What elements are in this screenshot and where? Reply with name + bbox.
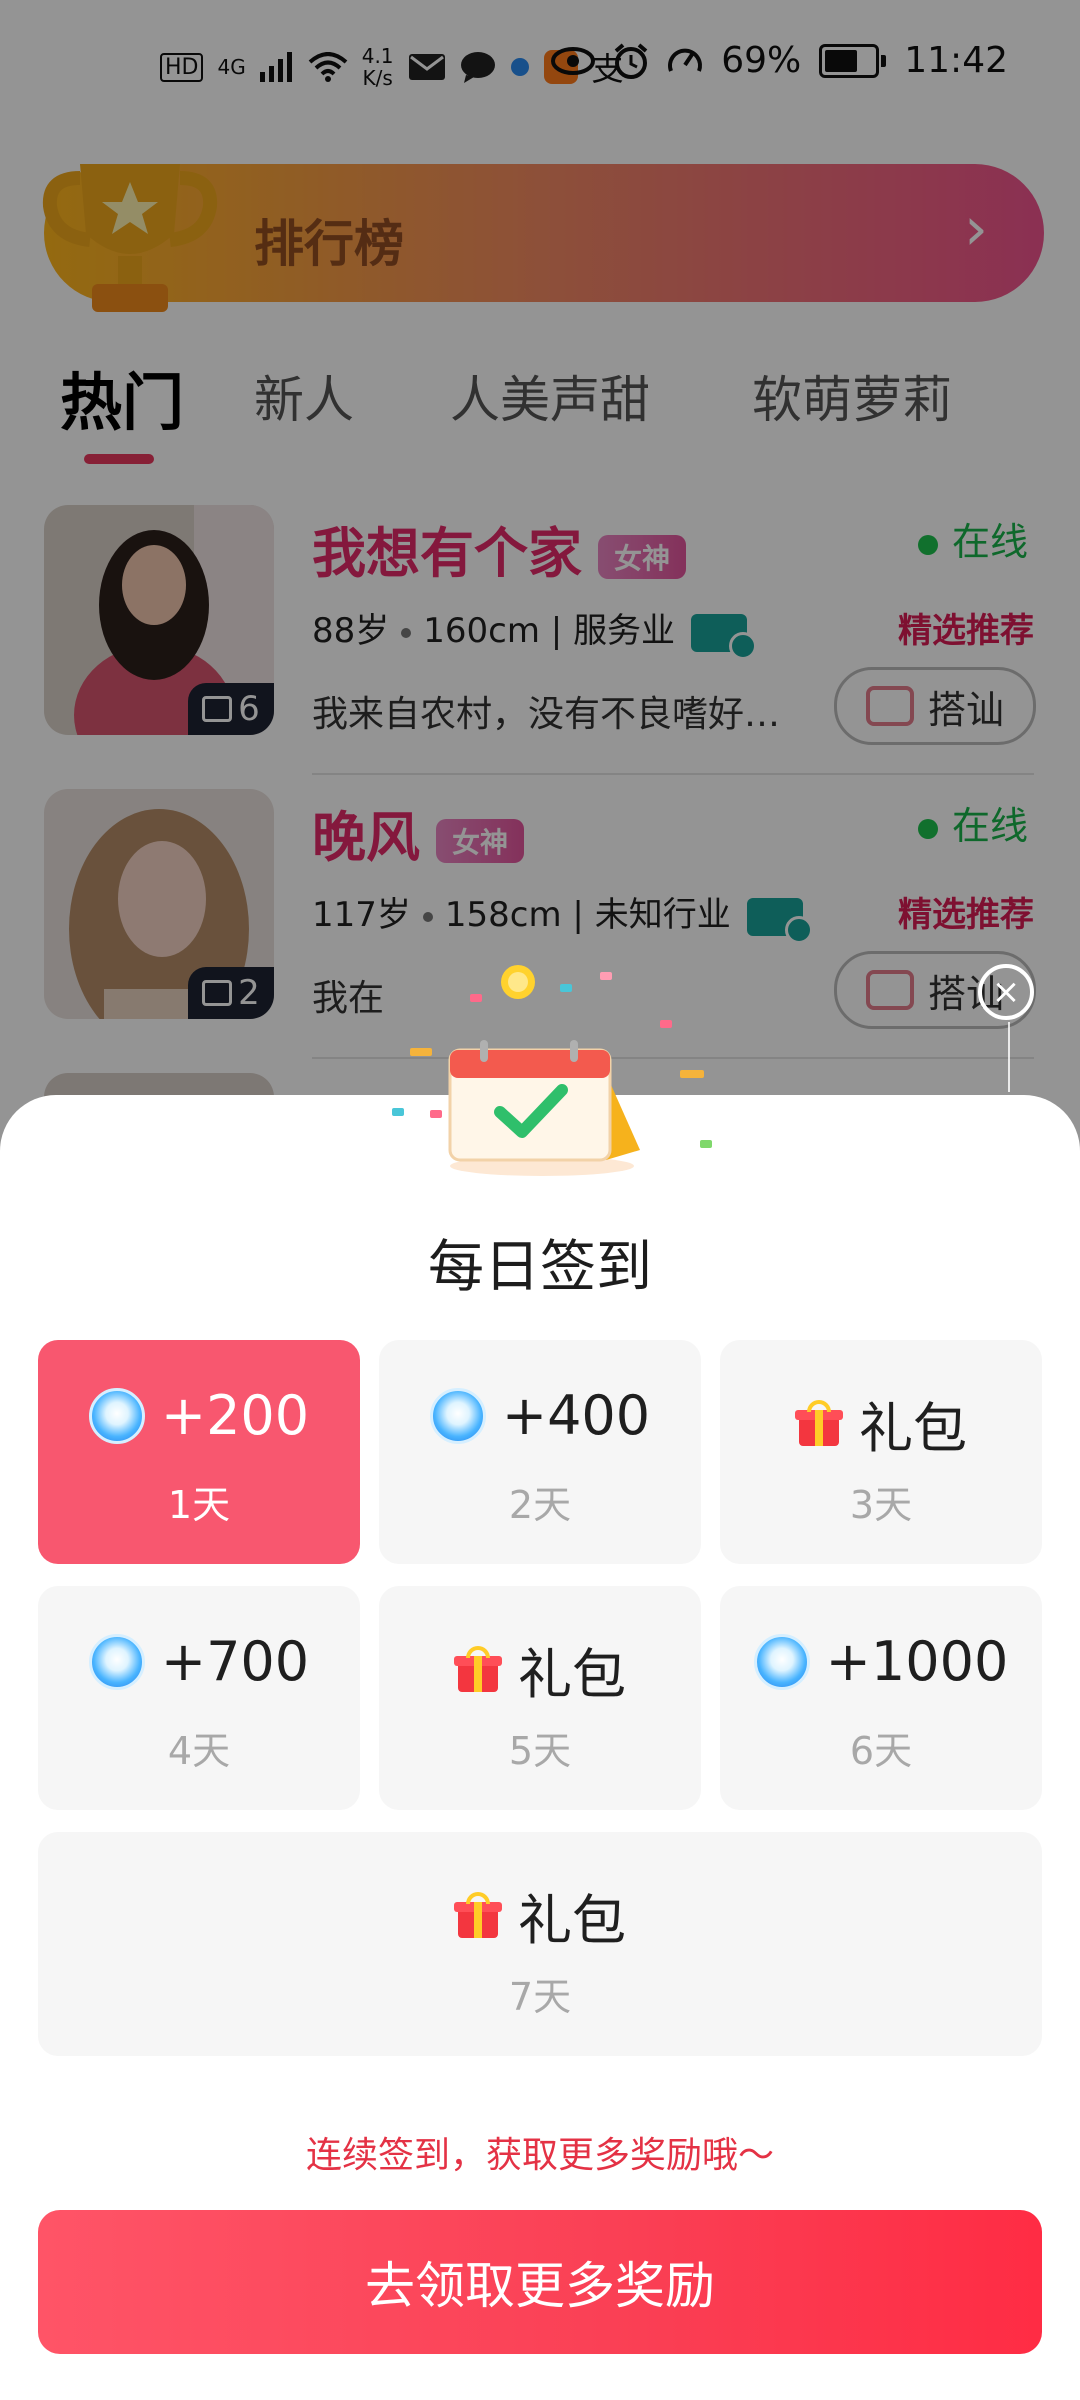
reward-row: +400 <box>379 1384 701 1447</box>
reward-amount: 礼包 <box>518 1643 626 1706</box>
reward-amount: +700 <box>160 1630 310 1693</box>
reward-amount: 礼包 <box>859 1397 967 1460</box>
day-label: 2天 <box>508 1483 572 1527</box>
day-label: 5天 <box>508 1729 572 1773</box>
reward-amount: 礼包 <box>518 1889 626 1952</box>
reward-amount: +200 <box>160 1384 310 1447</box>
coin-icon <box>88 1633 145 1690</box>
confetti <box>680 1070 704 1078</box>
gift-icon <box>454 1645 502 1694</box>
checkin-title: 每日签到 <box>428 1235 652 1300</box>
day-label: 6天 <box>849 1729 913 1773</box>
confetti <box>700 1140 712 1148</box>
close-button[interactable]: × <box>978 964 1034 1020</box>
reward-row: 礼包 <box>38 1876 1042 1955</box>
checkin-day-5[interactable]: 礼包 5天 <box>379 1586 701 1810</box>
reward-row: 礼包 <box>379 1630 701 1709</box>
coin-sparkle-icon <box>501 965 535 999</box>
claim-more-rewards-button[interactable]: 去领取更多奖励 <box>38 2210 1042 2354</box>
reward-amount: +400 <box>501 1384 651 1447</box>
confetti <box>410 1048 432 1056</box>
reward-row: +700 <box>38 1630 360 1693</box>
coin-icon <box>88 1387 145 1444</box>
confetti <box>600 972 612 980</box>
checkin-day-6[interactable]: +1000 6天 <box>720 1586 1042 1810</box>
confetti <box>660 1020 672 1028</box>
confetti <box>392 1108 404 1116</box>
confetti <box>560 984 572 992</box>
day-label: 4天 <box>167 1729 231 1773</box>
coin-icon <box>429 1387 486 1444</box>
day-label: 7天 <box>508 1975 572 2019</box>
day-label: 1天 <box>167 1483 231 1527</box>
reward-row: 礼包 <box>720 1384 1042 1463</box>
reward-row: +1000 <box>720 1630 1042 1693</box>
checkin-day-1[interactable]: +200 1天 <box>38 1340 360 1564</box>
calendar-check-icon <box>448 1040 640 1176</box>
confetti <box>430 1110 442 1118</box>
confetti <box>470 994 482 1002</box>
day-label: 3天 <box>849 1483 913 1527</box>
reward-row: +200 <box>38 1384 360 1447</box>
checkin-day-4[interactable]: +700 4天 <box>38 1586 360 1810</box>
checkin-day-2[interactable]: +400 2天 <box>379 1340 701 1564</box>
gift-icon <box>454 1891 502 1940</box>
reward-amount: +1000 <box>825 1630 1009 1693</box>
close-connector <box>1008 1022 1010 1092</box>
checkin-day-3[interactable]: 礼包 3天 <box>720 1340 1042 1564</box>
checkin-hint: 连续签到，获取更多奖励哦～ <box>305 2135 774 2176</box>
gift-icon <box>795 1399 843 1448</box>
checkin-day-7[interactable]: 礼包 7天 <box>38 1832 1042 2056</box>
coin-icon <box>753 1633 810 1690</box>
